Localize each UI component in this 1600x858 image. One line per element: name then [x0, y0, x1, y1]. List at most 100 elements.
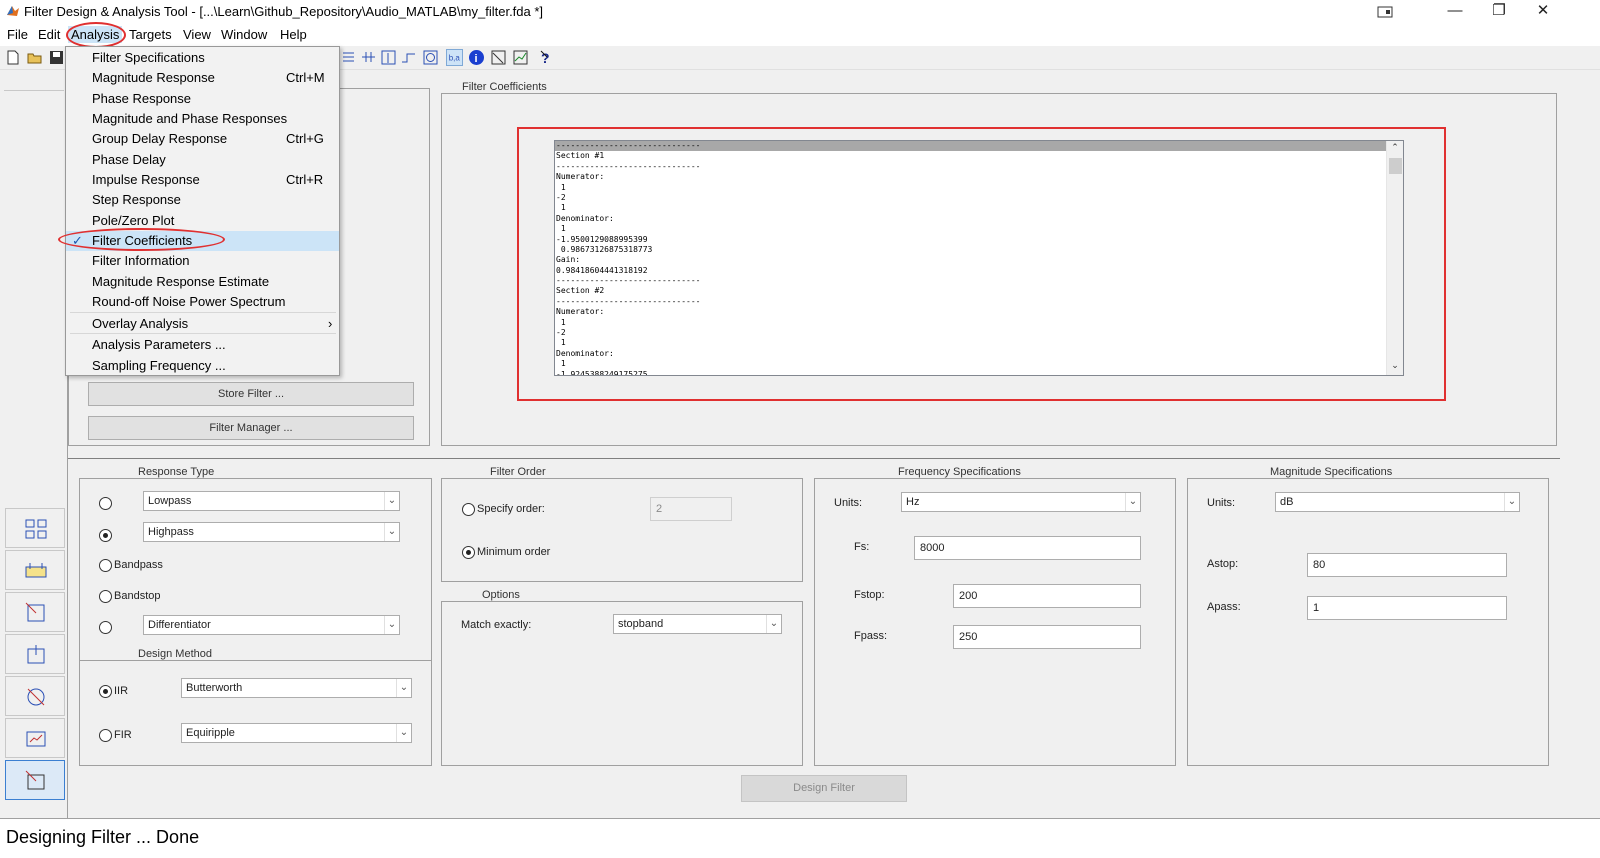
coefficient-line[interactable]: 1: [555, 224, 1387, 234]
info-icon[interactable]: i: [468, 49, 485, 66]
scroll-up-icon[interactable]: ⌃: [1387, 142, 1403, 156]
menu-edit[interactable]: Edit: [35, 26, 63, 43]
coefficient-line[interactable]: 0.98418604441318192: [555, 266, 1387, 276]
menu-view[interactable]: View: [180, 26, 214, 43]
analysis-menu-item[interactable]: Overlay Analysis ›: [66, 314, 339, 334]
scroll-down-icon[interactable]: ⌄: [1387, 360, 1403, 374]
new-icon[interactable]: [4, 49, 21, 66]
coefficient-line[interactable]: -2: [555, 328, 1387, 338]
store-filter-button[interactable]: Store Filter ...: [88, 382, 414, 406]
noise-spectrum-icon[interactable]: [512, 49, 529, 66]
coefficient-line[interactable]: 1: [555, 338, 1387, 348]
analysis-menu-item[interactable]: ✓ Filter Coefficients: [66, 231, 339, 251]
radio-bandpass[interactable]: [99, 559, 112, 572]
coefficient-line[interactable]: -1.9245388249175275: [555, 370, 1387, 375]
magnitude-estimate-icon[interactable]: [490, 49, 507, 66]
freq-units-select[interactable]: Hz ⌄: [901, 492, 1141, 512]
magnitude-icon[interactable]: [360, 49, 377, 66]
realize-model-button[interactable]: [5, 550, 65, 590]
apass-input[interactable]: 1: [1307, 596, 1507, 620]
phase-icon[interactable]: [380, 49, 397, 66]
highpass-select[interactable]: Highpass ⌄: [143, 522, 400, 542]
coefficient-line[interactable]: ------------------------------: [555, 141, 1387, 152]
pole-zero-editor-button[interactable]: [5, 592, 65, 632]
design-filter-mode-button[interactable]: [5, 760, 65, 800]
menu-help[interactable]: Help: [277, 26, 310, 43]
analysis-menu-item[interactable]: Round-off Noise Power Spectrum: [66, 292, 339, 312]
order-input[interactable]: 2: [650, 497, 732, 521]
analysis-menu-item[interactable]: Analysis Parameters ...: [66, 335, 339, 355]
open-icon[interactable]: [26, 49, 43, 66]
fpass-input[interactable]: 250: [953, 625, 1141, 649]
radio-lowpass[interactable]: [99, 497, 112, 510]
coefficient-line[interactable]: Gain:: [555, 255, 1387, 265]
transform-filter-button[interactable]: [5, 508, 65, 548]
coefficient-line[interactable]: Section #1: [555, 151, 1387, 161]
coefficient-line[interactable]: 1: [555, 359, 1387, 369]
astop-input[interactable]: 80: [1307, 553, 1507, 577]
coefficient-line[interactable]: 1: [555, 183, 1387, 193]
coefficient-line[interactable]: ------------------------------: [555, 162, 1387, 172]
coefficient-line[interactable]: -1.9500129088995399: [555, 235, 1387, 245]
analysis-menu-item[interactable]: Magnitude and Phase Responses: [66, 109, 339, 129]
menu-window[interactable]: Window: [218, 26, 270, 43]
multirate-button[interactable]: [5, 676, 65, 716]
iir-method-select[interactable]: Butterworth ⌄: [181, 678, 412, 698]
radio-fir[interactable]: [99, 729, 112, 742]
coefficients-icon[interactable]: b,a: [446, 49, 463, 66]
coefficient-line[interactable]: Denominator:: [555, 214, 1387, 224]
filter-manager-button[interactable]: Filter Manager ...: [88, 416, 414, 440]
coefficients-listbox[interactable]: ------------------------------ Section #1…: [554, 140, 1404, 376]
radio-bandstop[interactable]: [99, 590, 112, 603]
menu-file[interactable]: File: [4, 26, 31, 43]
analysis-menu-item[interactable]: Pole/Zero Plot: [66, 211, 339, 231]
design-filter-button[interactable]: Design Filter: [741, 775, 907, 802]
coefficient-line[interactable]: Section #2: [555, 286, 1387, 296]
match-exactly-select[interactable]: stopband ⌄: [613, 614, 782, 634]
radio-highpass[interactable]: [99, 529, 112, 542]
differentiator-select[interactable]: Differentiator ⌄: [143, 615, 400, 635]
analysis-menu-item[interactable]: Step Response: [66, 190, 339, 210]
lowpass-select[interactable]: Lowpass ⌄: [143, 491, 400, 511]
coefficient-line[interactable]: Denominator:: [555, 349, 1387, 359]
filter-spec-icon[interactable]: [340, 49, 357, 66]
analysis-menu-item[interactable]: Filter Information: [66, 251, 339, 271]
radio-iir[interactable]: [99, 685, 112, 698]
coefficient-line[interactable]: ------------------------------: [555, 297, 1387, 307]
analysis-menu-item[interactable]: Group Delay Response Ctrl+G: [66, 129, 339, 149]
fs-input[interactable]: 8000: [914, 536, 1141, 560]
coefficient-line[interactable]: ------------------------------: [555, 276, 1387, 286]
coefficients-scrollbar[interactable]: ⌃ ⌄: [1386, 141, 1403, 375]
coefficient-line[interactable]: 1: [555, 203, 1387, 213]
mag-units-select[interactable]: dB ⌄: [1275, 492, 1520, 512]
analysis-menu-item[interactable]: Sampling Frequency ...: [66, 356, 339, 376]
radio-differentiator[interactable]: [99, 621, 112, 634]
pole-zero-icon[interactable]: [422, 49, 439, 66]
step-icon[interactable]: [400, 49, 417, 66]
analysis-menu-item[interactable]: Magnitude Response Ctrl+M: [66, 68, 339, 88]
scroll-thumb[interactable]: [1389, 158, 1402, 174]
radio-specify-order[interactable]: [462, 503, 475, 516]
analysis-menu-item[interactable]: Filter Specifications: [66, 48, 339, 68]
import-filter-button[interactable]: [5, 634, 65, 674]
fir-method-select[interactable]: Equiripple ⌄: [181, 723, 412, 743]
help-icon[interactable]: ?: [540, 49, 557, 66]
radio-minimum-order[interactable]: [462, 546, 475, 559]
save-icon[interactable]: [48, 49, 65, 66]
quantize-button[interactable]: [5, 718, 65, 758]
minimize-button[interactable]: —: [1432, 0, 1478, 24]
analysis-menu-item[interactable]: Phase Response: [66, 89, 339, 109]
analysis-menu-item[interactable]: Impulse Response Ctrl+R: [66, 170, 339, 190]
analysis-menu-item[interactable]: Magnitude Response Estimate: [66, 272, 339, 292]
analysis-menu-item[interactable]: Phase Delay: [66, 150, 339, 170]
menu-analysis[interactable]: Analysis: [68, 26, 123, 43]
coefficient-line[interactable]: Numerator:: [555, 307, 1387, 317]
coefficient-line[interactable]: 1: [555, 318, 1387, 328]
maximize-button[interactable]: ❐: [1476, 0, 1522, 24]
fstop-input[interactable]: 200: [953, 584, 1141, 608]
menu-targets[interactable]: Targets: [126, 26, 175, 43]
coefficient-line[interactable]: Numerator:: [555, 172, 1387, 182]
restore-tabs-icon[interactable]: [1362, 0, 1408, 24]
close-button[interactable]: ✕: [1520, 0, 1566, 24]
coefficient-line[interactable]: -2: [555, 193, 1387, 203]
